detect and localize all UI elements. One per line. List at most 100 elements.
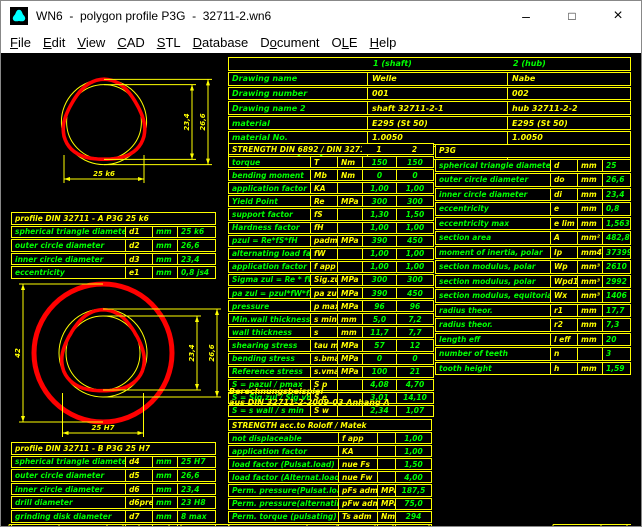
- table-row: spherical triangle diameterdmm25: [435, 159, 631, 173]
- p3g-profile-shaft: [63, 79, 145, 159]
- table-cell: Nabe: [507, 73, 630, 85]
- table-cell: f app: [310, 262, 337, 272]
- table-cell: 1,30: [362, 209, 396, 219]
- table-cell: [337, 249, 362, 259]
- table-cell: 1,00: [362, 249, 396, 259]
- strength-din-table: STRENGTH DIN 6892 / DIN 32711 1 2 torque…: [228, 143, 434, 418]
- table-cell: Perm. torque (pulsating): [229, 512, 338, 522]
- table-cell: do: [550, 174, 577, 186]
- table-cell: Nm: [337, 157, 362, 167]
- title-bar[interactable]: WN6 - polygon profile P3G - 32711-2.wn6 …: [1, 1, 641, 31]
- menu-help[interactable]: Help: [364, 33, 403, 52]
- table-cell: di: [550, 189, 577, 201]
- inner-circle: [66, 316, 140, 390]
- table-cell: [377, 472, 395, 482]
- table-cell: 300: [362, 196, 396, 206]
- table-cell: 1,00: [396, 223, 433, 233]
- table-cell: Perm. pressure(alternating): [229, 499, 338, 509]
- table-cell: inner circle diameter: [12, 484, 125, 495]
- note-line: Berechnungsbeispiel: [229, 386, 390, 397]
- roloff-matek-table: STRENGTH acc.to Roloff / Matek not displ…: [228, 419, 432, 527]
- close-button[interactable]: ×: [595, 1, 641, 31]
- table-cell: mm: [337, 327, 362, 337]
- menu-file[interactable]: File: [4, 33, 37, 52]
- table-cell: 1,50: [395, 459, 431, 469]
- table-cell: pa zul: [310, 288, 337, 298]
- table-row: Drawing nameWelleNabe: [228, 72, 631, 86]
- table-cell: Welle: [367, 73, 507, 85]
- table-cell: mm: [152, 484, 177, 495]
- table-cell: section area: [436, 232, 550, 244]
- table-cell: MPa: [337, 354, 362, 364]
- table-cell: 1406: [602, 290, 630, 302]
- menu-document[interactable]: Document: [254, 33, 325, 52]
- menu-database[interactable]: Database: [187, 33, 255, 52]
- table-cell: pFs adm: [338, 485, 377, 495]
- minimize-icon: –: [522, 8, 530, 24]
- table-cell: Drawing name 2: [229, 102, 367, 114]
- column-header-2: 2: [396, 144, 433, 154]
- table-cell: 17,7: [602, 305, 630, 317]
- close-icon: ×: [613, 7, 622, 25]
- table-header: P3G: [435, 144, 631, 158]
- table-cell: grinding disk diameter: [12, 511, 125, 522]
- app-icon[interactable]: [10, 7, 28, 25]
- table-cell: outer circle diameter: [12, 240, 125, 251]
- table-cell: 1.0050: [367, 132, 507, 144]
- table-cell: padm: [310, 236, 337, 246]
- table-title: P3G: [436, 145, 630, 157]
- dimension-label: 42: [14, 348, 22, 358]
- table-cell: bending moment: [229, 170, 310, 180]
- table-cell: hub 32711-2-2: [507, 102, 630, 114]
- table-cell: 1,00: [395, 433, 431, 443]
- menu-edit[interactable]: Edit: [37, 33, 71, 52]
- maximize-icon: □: [568, 9, 575, 23]
- table-cell: 1.0050: [507, 132, 630, 144]
- table-row: eccentricityemm0,8: [435, 202, 631, 216]
- table-cell: Yield Point: [229, 196, 310, 206]
- table-cell: 450: [396, 288, 433, 298]
- hub-outer-circle: [34, 284, 172, 422]
- table-row: load factor (Pulsat.load)nue Fs1,50: [228, 458, 432, 470]
- table-cell: Sigma zul = Re * fW: [229, 275, 310, 285]
- table-cell: Wp: [550, 261, 577, 273]
- table-cell: load factor (Alternat.load): [229, 472, 338, 482]
- table-row: materialE295 (St 50)E295 (St 50): [228, 116, 631, 130]
- menu-ole[interactable]: OLE: [326, 33, 364, 52]
- menu-cad[interactable]: CAD: [111, 33, 150, 52]
- table-cell: not displaceable: [229, 433, 338, 443]
- table-cell: mm: [152, 511, 177, 522]
- table-row: Min.wall thicknesss minmm5,07,2: [228, 313, 434, 325]
- minimize-button[interactable]: –: [503, 1, 549, 31]
- table-cell: Nm: [337, 170, 362, 180]
- table-cell: mm: [577, 319, 602, 331]
- maximize-button[interactable]: □: [549, 1, 595, 31]
- dimension-label: 25 k6: [93, 170, 115, 178]
- table-cell: 001: [367, 88, 507, 100]
- table-cell: 450: [396, 236, 433, 246]
- dimension-label: 26,6: [208, 344, 216, 361]
- menu-bar: FileEditViewCADSTLDatabaseDocumentOLEHel…: [1, 31, 641, 53]
- menu-view[interactable]: View: [71, 33, 111, 52]
- table-row: radius theor.r2mm7,3: [435, 318, 631, 332]
- table-cell: 187,5: [395, 485, 431, 495]
- menu-stl[interactable]: STL: [151, 33, 187, 52]
- table-row: load factor (Alternat.load)nue Fw4,00: [228, 471, 432, 483]
- table-cell: d7: [125, 511, 152, 522]
- table-cell: KA: [310, 183, 337, 193]
- table-cell: eccentricity: [436, 203, 550, 215]
- table-cell: section modulus, polar: [436, 276, 550, 288]
- table-cell: 8 max: [177, 511, 215, 522]
- table-cell: pzul = Re*fS*fH: [229, 236, 310, 246]
- table-cell: [337, 223, 362, 233]
- table-cell: application factor: [229, 183, 310, 193]
- table-cell: 150: [396, 157, 433, 167]
- table-row: Drawing name 2shaft 32711-2-1hub 32711-2…: [228, 101, 631, 115]
- table-row: spherical triangle diameterd1mm25 k6: [11, 226, 216, 239]
- table-row: inner circle diameterd6mm23,4: [11, 483, 216, 496]
- table-cell: Mb: [310, 170, 337, 180]
- table-cell: 12: [396, 340, 433, 350]
- table-title: STRENGTH DIN 6892 / DIN 32711: [229, 144, 362, 154]
- table-cell: drill diameter: [12, 497, 125, 508]
- table-cell: 1,59: [602, 363, 630, 375]
